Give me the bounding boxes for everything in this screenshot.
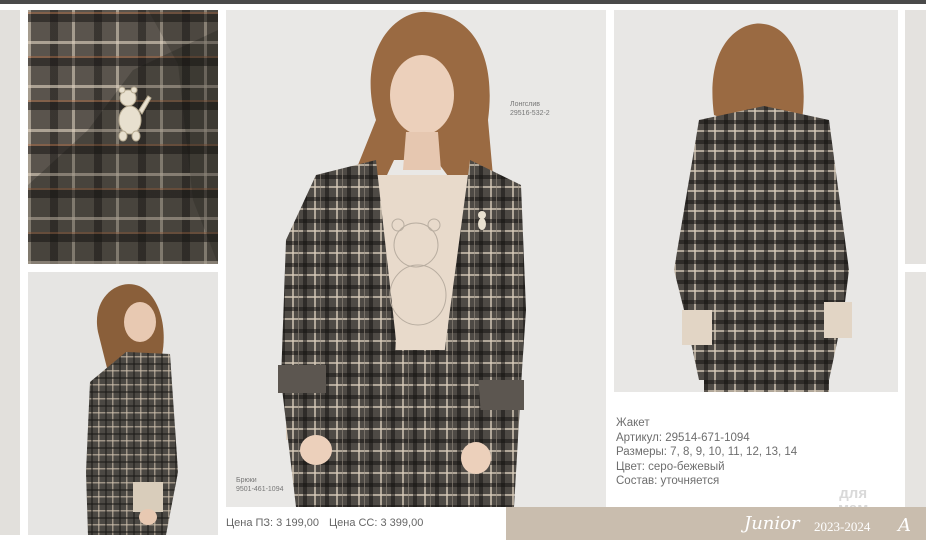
longsleeve-label: Лонгслив 29516-532-2 [510,100,550,118]
trousers-code: 9501-461-1094 [236,486,284,493]
longsleeve-name: Лонгслив [510,101,540,108]
trousers-label: Брюки 9501-461-1094 [236,476,284,494]
footer-trailing-letter: A [898,515,911,536]
photo-edge-left [0,10,20,535]
product-name: Жакет [616,417,650,429]
footer-band: Junior 2023-2024 A [506,507,926,540]
price-pz: Цена ПЗ: 3 199,00 [226,517,319,529]
photo-main: Лонгслив 29516-532-2 Брюки 9501-461-1094 [226,10,606,507]
price-bar: Цена ПЗ: 3 199,00 Цена СС: 3 399,00 [222,507,506,540]
price-line: Цена ПЗ: 3 199,00 Цена СС: 3 399,00 [226,517,423,529]
photo-back-view [614,10,898,392]
photo-edge-right-bottom [905,272,926,507]
price-ss: Цена СС: 3 399,00 [328,517,424,529]
product-description: Жакет Артикул: 29514-671-1094 Размеры: 7… [616,416,797,489]
photo-side-view [28,272,218,535]
product-article: Артикул: 29514-671-1094 [616,431,750,444]
trousers-name: Брюки [236,477,257,484]
product-color: Цвет: серо-бежевый [616,460,725,473]
top-rule [0,0,926,4]
product-composition: Состав: уточняется [616,475,720,487]
watermark-line1: для [839,485,868,502]
photo-lapel-detail [28,10,218,264]
season-label: 2023-2024 [814,519,871,534]
collection-name: Junior [744,513,800,534]
photo-edge-right-top [905,10,926,264]
longsleeve-code: 29516-532-2 [510,110,550,117]
product-sizes: Размеры: 7, 8, 9, 10, 11, 12, 13, 14 [616,446,798,458]
